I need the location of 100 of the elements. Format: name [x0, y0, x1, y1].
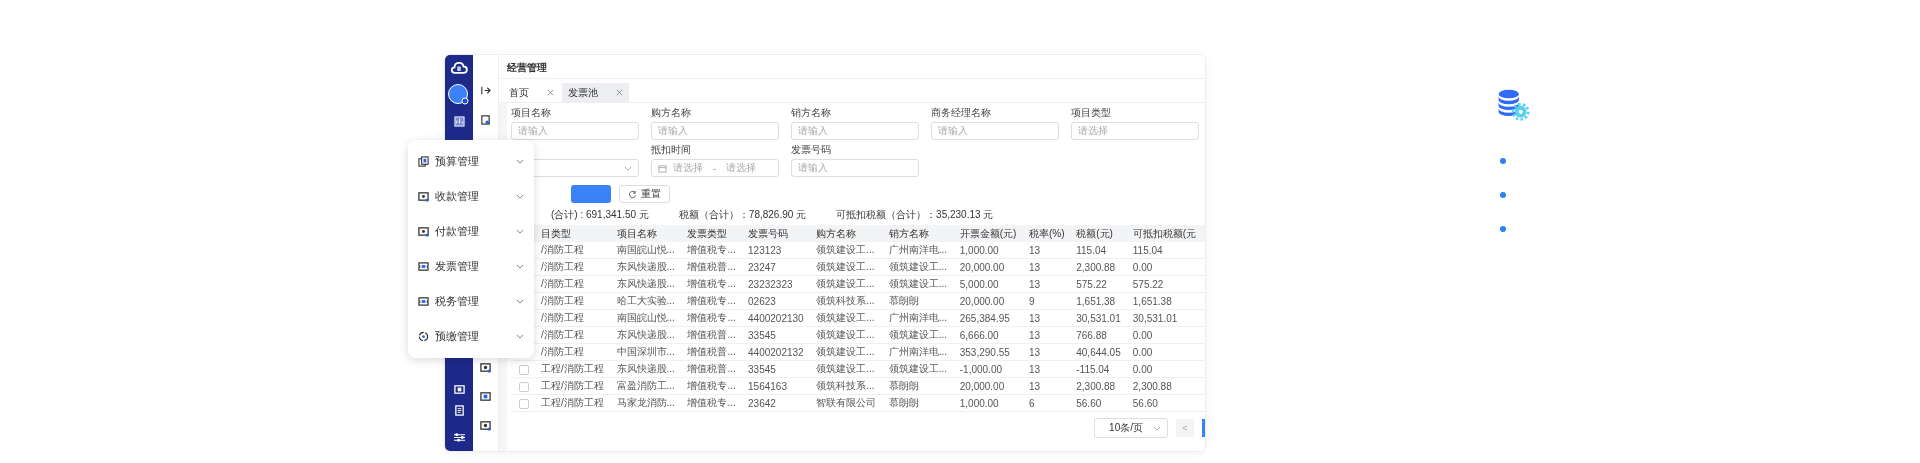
- chevron-down-icon: [516, 229, 524, 234]
- table-cell: 领筑建设工...: [888, 278, 948, 289]
- table-cell: 工程/消防工程: [541, 363, 604, 374]
- table-cell: 慕朗朗: [888, 295, 919, 306]
- table-cell: 5,000.00: [959, 278, 999, 290]
- document-icon[interactable]: [480, 114, 491, 125]
- bullet-dot: [1500, 158, 1506, 164]
- field-label: 购方名称: [651, 107, 692, 119]
- table-cell: 115.04: [1076, 244, 1107, 256]
- table-cell: 766.88: [1076, 329, 1107, 341]
- table-cell: 13: [1028, 346, 1041, 358]
- column-header: 发票号码: [748, 227, 789, 239]
- table-cell: /消防工程: [541, 346, 584, 357]
- table-cell: 33545: [748, 329, 776, 341]
- row-checkbox[interactable]: [519, 398, 529, 409]
- column-header: 可抵扣税额(元: [1132, 227, 1197, 239]
- menu-item[interactable]: 税务管理: [408, 284, 534, 319]
- reset-button[interactable]: 重置: [619, 185, 670, 203]
- table-cell: 工程/消防工程: [541, 380, 604, 391]
- menu-item[interactable]: 预算管理: [408, 144, 534, 179]
- table-cell: 4400202130: [748, 312, 804, 324]
- cloud-logo-icon: [450, 59, 468, 74]
- close-icon[interactable]: [547, 89, 554, 96]
- row-checkbox[interactable]: [519, 381, 529, 392]
- column-header: 销方名称: [888, 227, 929, 239]
- table-cell: 56.60: [1132, 397, 1158, 409]
- menu-item[interactable]: 预缴管理: [408, 319, 534, 354]
- chevron-down-icon: [624, 165, 632, 171]
- screen-icon[interactable]: [480, 362, 491, 373]
- field-label: 项目类型: [1071, 107, 1112, 119]
- bullet-dot: [1500, 192, 1506, 198]
- column-header: 发票类型: [687, 227, 728, 239]
- table-cell: 南国皖山悦...: [616, 312, 675, 323]
- chevron-down-icon: [1153, 425, 1161, 431]
- table-cell: 265,384.95: [959, 312, 1010, 324]
- close-icon[interactable]: [616, 89, 623, 96]
- table-cell: 领筑建设工...: [816, 312, 875, 323]
- table-cell: 575.22: [1132, 278, 1164, 290]
- table-cell: 增值税普...: [687, 363, 736, 374]
- table-cell: 353,290.55: [959, 346, 1010, 358]
- column-header: 购方名称: [816, 227, 857, 239]
- table-cell: 哈工大实验...: [616, 295, 675, 306]
- table-cell: 东风快递股...: [616, 329, 675, 340]
- table-cell: 123123: [748, 244, 782, 256]
- table-cell: 0.00: [1132, 363, 1153, 375]
- table-cell: 1,651.38: [1076, 295, 1116, 307]
- table-cell: 13: [1028, 312, 1041, 324]
- table-cell: 广州南洋电...: [888, 346, 948, 357]
- avatar-icon[interactable]: [448, 84, 470, 106]
- page-size-select[interactable]: 10条/页: [1094, 418, 1168, 438]
- table-cell: 领筑建设工...: [816, 363, 875, 374]
- menu-item[interactable]: 收款管理: [408, 179, 534, 214]
- database-gear-icon: [1496, 88, 1530, 122]
- chevron-down-icon: [516, 264, 524, 269]
- table-cell: 广州南洋电...: [888, 244, 948, 255]
- table-cell: 0.00: [1132, 261, 1153, 273]
- stack-icon: [418, 156, 429, 167]
- table-cell: 1,651.38: [1132, 295, 1172, 307]
- screen-icon[interactable]: [480, 420, 491, 431]
- table-cell: 2,300.88: [1076, 261, 1116, 273]
- table-cell: /消防工程: [541, 295, 584, 306]
- table-cell: 广州南洋电...: [888, 312, 948, 323]
- ticket-icon[interactable]: [480, 391, 491, 402]
- table-cell: 13: [1028, 244, 1041, 256]
- chevron-down-icon: [516, 334, 524, 339]
- table-cell: 20,000.00: [959, 261, 1005, 273]
- table-cell: 2,300.88: [1132, 380, 1172, 392]
- table-cell: 2,300.88: [1076, 380, 1116, 392]
- table-cell: 领筑建设工...: [816, 329, 875, 340]
- screen-icon: [418, 191, 429, 202]
- row-checkbox[interactable]: [519, 364, 529, 375]
- table-cell: 9: [1028, 295, 1035, 307]
- tab[interactable]: 发票池: [562, 83, 629, 102]
- menu-item[interactable]: 发票管理: [408, 249, 534, 284]
- collapse-icon[interactable]: [480, 85, 491, 96]
- chevron-down-icon: [516, 159, 524, 164]
- table-cell: 115.04: [1132, 244, 1163, 256]
- menu-item[interactable]: 付款管理: [408, 214, 534, 249]
- table-cell: 领筑建设工...: [888, 261, 948, 272]
- table-cell: 南国皖山悦...: [616, 244, 675, 255]
- total-text: 可抵扣税额（合计）：35,230.13 元: [836, 208, 994, 222]
- field-label: 发票号码: [791, 144, 832, 156]
- field-label: 销方名称: [791, 107, 832, 119]
- column-header: 税率(%): [1028, 227, 1065, 239]
- table-cell: 增值税普...: [687, 346, 736, 357]
- table-cell: 中国深圳市...: [616, 346, 675, 357]
- table-cell: 工程/消防工程: [541, 397, 604, 408]
- table-cell: /消防工程: [541, 261, 584, 272]
- table-cell: 领筑科技系...: [816, 295, 875, 306]
- table-cell: 东风快递股...: [616, 261, 675, 272]
- table-cell: 13: [1028, 261, 1041, 273]
- table-cell: 增值税专...: [687, 380, 736, 391]
- table-cell: 领筑建设工...: [816, 278, 875, 289]
- table-cell: 1,000.00: [959, 244, 999, 256]
- settings-icon[interactable]: [452, 432, 466, 443]
- table-cell: /消防工程: [541, 312, 584, 323]
- table-cell: 领筑建设工...: [816, 346, 875, 357]
- field-label: 商务经理名称: [931, 107, 992, 119]
- chart-icon[interactable]: [453, 116, 465, 127]
- total-text: 税额（合计）：78,826.90 元: [678, 208, 807, 222]
